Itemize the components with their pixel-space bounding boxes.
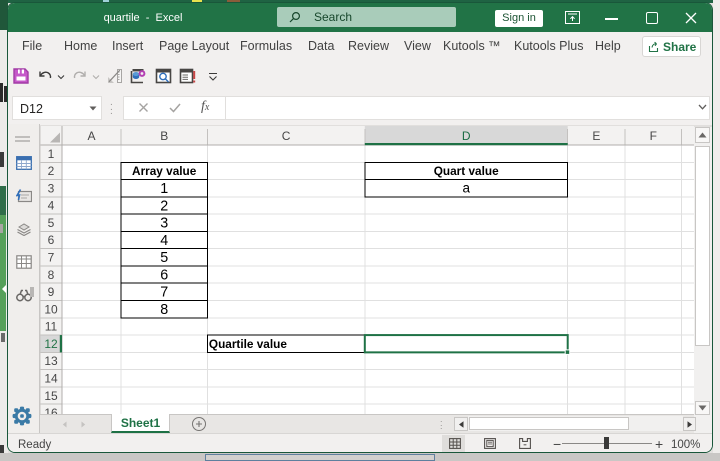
svg-text:E: E xyxy=(592,129,600,143)
svg-text:F: F xyxy=(650,129,657,143)
svg-text:4: 4 xyxy=(48,199,55,213)
svg-text:A: A xyxy=(87,129,95,143)
svg-text:9: 9 xyxy=(48,285,55,299)
svg-text:2: 2 xyxy=(48,164,55,178)
svg-text:14: 14 xyxy=(44,372,58,386)
svg-text:8: 8 xyxy=(160,302,168,318)
svg-text:B: B xyxy=(160,129,168,143)
svg-text:5: 5 xyxy=(160,250,168,266)
svg-text:15: 15 xyxy=(44,389,58,403)
svg-text:1: 1 xyxy=(48,147,55,161)
svg-text:2: 2 xyxy=(160,198,168,214)
svg-text:8: 8 xyxy=(48,268,55,282)
svg-text:7: 7 xyxy=(48,251,55,265)
svg-text:C: C xyxy=(282,129,291,143)
svg-text:a: a xyxy=(462,180,470,195)
svg-text:12: 12 xyxy=(44,337,58,351)
svg-text:11: 11 xyxy=(45,320,58,334)
svg-text:1: 1 xyxy=(160,181,168,197)
svg-text:Quart value: Quart value xyxy=(434,164,499,178)
svg-text:Array value: Array value xyxy=(132,164,197,178)
svg-text:Quartile value: Quartile value xyxy=(209,337,287,351)
svg-text:13: 13 xyxy=(44,354,58,368)
svg-text:6: 6 xyxy=(48,233,55,247)
svg-text:3: 3 xyxy=(160,216,168,232)
svg-text:7: 7 xyxy=(160,285,168,301)
svg-text:3: 3 xyxy=(48,181,55,195)
svg-text:5: 5 xyxy=(48,216,55,230)
svg-text:D: D xyxy=(462,129,471,143)
svg-text:6: 6 xyxy=(160,267,168,283)
svg-text:4: 4 xyxy=(160,233,168,249)
svg-text:10: 10 xyxy=(44,302,58,316)
